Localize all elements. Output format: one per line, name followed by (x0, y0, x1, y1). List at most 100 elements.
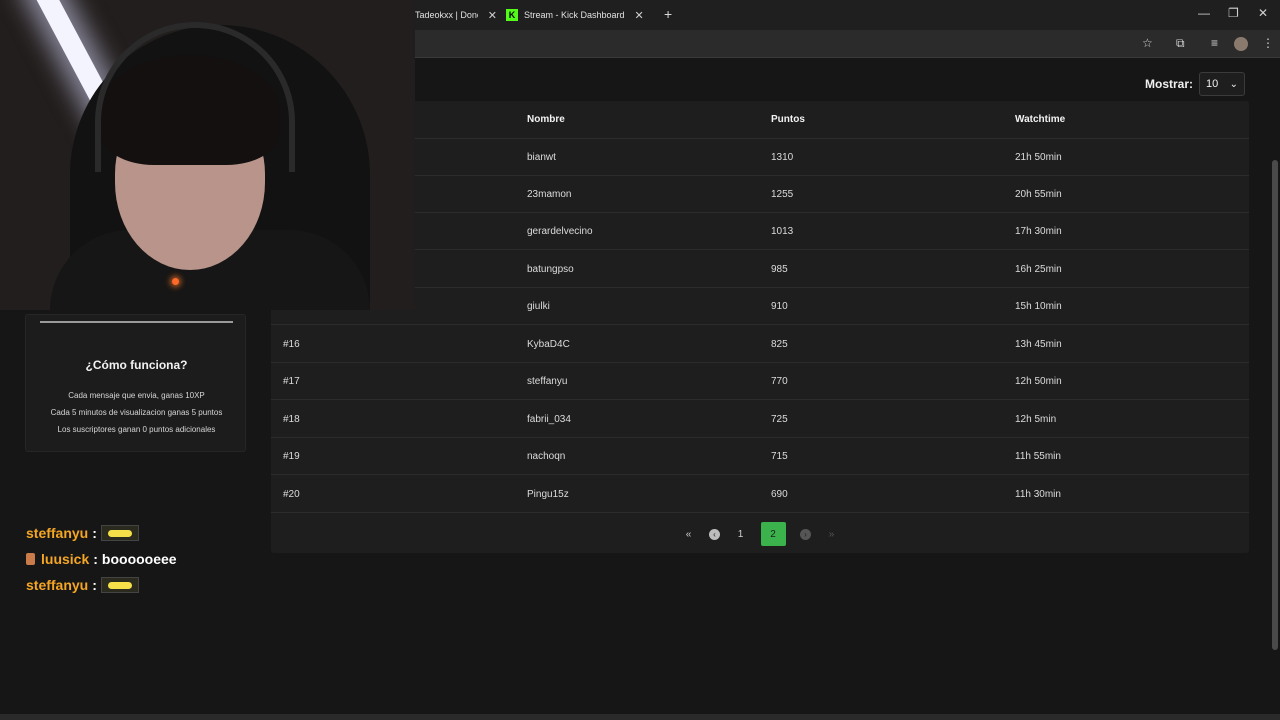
chat-message: luusick : boooooeee (26, 548, 177, 570)
row-points: 910 (771, 300, 788, 312)
tab-close-icon[interactable]: ✕ (635, 9, 644, 22)
row-watchtime: 12h 5min (1015, 413, 1057, 425)
row-name: nachoqn (527, 450, 566, 462)
badge-icon (26, 553, 35, 565)
tab-kick-dashboard[interactable]: K Stream - Kick Dashboard ✕ (506, 0, 656, 30)
row-watchtime: 13h 45min (1015, 338, 1062, 350)
row-points: 770 (771, 375, 788, 387)
table-header: Nombre Puntos Watchtime (271, 101, 1249, 139)
row-name: 23mamon (527, 188, 572, 200)
emote-icon (100, 525, 139, 541)
page-size-value: 10 (1206, 78, 1219, 90)
table-row: 23mamon 1255 20h 55min (271, 176, 1249, 213)
row-points: 825 (771, 338, 788, 350)
divider (40, 321, 233, 323)
star-icon[interactable]: ☆ (1142, 36, 1153, 50)
row-watchtime: 11h 55min (1015, 450, 1061, 462)
next-page-button[interactable]: › (800, 522, 812, 546)
row-name: gerardelvecino (527, 225, 593, 237)
prev-page-button[interactable]: ‹ (709, 522, 721, 546)
extensions-icon[interactable]: ⧉ (1176, 36, 1185, 51)
row-points: 1310 (771, 151, 794, 163)
media-icon[interactable]: ≡ (1211, 36, 1218, 50)
row-rank: #18 (283, 413, 300, 425)
chat-separator: : (93, 551, 98, 567)
tab-title: Stream - Kick Dashboard (524, 10, 625, 20)
row-points: 1255 (771, 188, 794, 200)
page-2-button[interactable]: 2 (760, 522, 786, 546)
minimize-button[interactable]: — (1198, 6, 1210, 20)
row-rank: #16 (283, 338, 300, 350)
screen: Tadeokxx | Dono ✕ K Stream - Kick Dashbo… (0, 0, 1280, 720)
first-page-button[interactable]: « (683, 522, 695, 546)
chevron-right-icon: › (800, 528, 811, 540)
header-name: Nombre (527, 114, 565, 125)
page-size-control: Mostrar: 10 ⌄ (1145, 72, 1246, 96)
row-rank: #19 (283, 450, 300, 462)
pagination: « ‹ 1 2 › » (271, 521, 1249, 547)
kick-logo-icon: K (506, 9, 518, 21)
table-row: bianwt 1310 21h 50min (271, 139, 1249, 176)
row-watchtime: 20h 55min (1015, 188, 1062, 200)
row-name: Pingu15z (527, 488, 569, 500)
table-row: #19 nachoqn 715 11h 55min (271, 438, 1249, 475)
chat-separator: : (92, 525, 97, 541)
row-points: 725 (771, 413, 788, 425)
table-row: batungpso 985 16h 25min (271, 251, 1249, 288)
chevron-down-icon: ⌄ (1229, 78, 1239, 90)
row-watchtime: 16h 25min (1015, 263, 1062, 275)
webcam-overlay (0, 0, 415, 310)
leaderboard-table: Nombre Puntos Watchtime bianwt 1310 21h … (271, 101, 1249, 553)
row-rank: #20 (283, 488, 300, 500)
tab-donations[interactable]: Tadeokxx | Dono ✕ (415, 0, 497, 30)
emote-icon (100, 577, 139, 593)
row-rank: #17 (283, 375, 300, 387)
row-points: 690 (771, 488, 788, 500)
how-it-works-panel: ¿Cómo funciona? Cada mensaje que envia, … (25, 314, 246, 452)
table-row: #17 steffanyu 770 12h 50min (271, 363, 1249, 400)
chat-username: luusick (41, 551, 90, 567)
row-watchtime: 17h 30min (1015, 225, 1062, 237)
how-it-works-line: Cada mensaje que envia, ganas 10XP (68, 391, 205, 400)
new-tab-button[interactable]: + (664, 6, 672, 22)
mic-light (172, 278, 179, 285)
row-points: 1013 (771, 225, 794, 237)
row-name: giulki (527, 300, 550, 312)
row-watchtime: 15h 10min (1015, 300, 1062, 312)
chat-message: steffanyu : (26, 574, 139, 596)
chat-separator: : (92, 577, 97, 593)
restore-button[interactable]: ❐ (1228, 6, 1239, 20)
chevron-left-icon: ‹ (709, 528, 720, 540)
bottom-edge (0, 714, 1280, 720)
how-it-works-line: Cada 5 minutos de visualizacion ganas 5 … (50, 408, 223, 417)
how-it-works-line: Los suscriptores ganan 0 puntos adiciona… (57, 425, 216, 434)
header-points: Puntos (771, 114, 805, 125)
header-watchtime: Watchtime (1015, 114, 1066, 125)
page-1-button[interactable]: 1 (735, 522, 747, 546)
row-points: 715 (771, 450, 788, 462)
last-page-button[interactable]: » (826, 522, 838, 546)
row-name: batungpso (527, 263, 574, 275)
table-row: #20 Pingu15z 690 11h 30min (271, 476, 1249, 513)
table-row: gerardelvecino 1013 17h 30min (271, 213, 1249, 250)
row-watchtime: 11h 30min (1015, 488, 1061, 500)
row-name: KybaD4C (527, 338, 570, 350)
page-size-label: Mostrar: (1145, 77, 1194, 91)
scrollbar[interactable] (1272, 160, 1278, 650)
menu-icon[interactable]: ⋮ (1262, 36, 1274, 50)
row-watchtime: 21h 50min (1015, 151, 1062, 163)
row-name: fabrii_034 (527, 413, 571, 425)
chat-text: boooooeee (101, 551, 177, 567)
window-close-button[interactable]: ✕ (1258, 6, 1268, 20)
tab-title: Tadeokxx | Dono (415, 10, 478, 20)
profile-avatar[interactable] (1234, 37, 1248, 51)
row-points: 985 (771, 263, 788, 275)
row-name: steffanyu (527, 375, 568, 387)
how-it-works-title: ¿Cómo funciona? (85, 358, 188, 372)
table-row: #16 KybaD4C 825 13h 45min (271, 326, 1249, 363)
table-row: giulki 910 15h 10min (271, 288, 1249, 325)
row-name: bianwt (527, 151, 556, 163)
tab-close-icon[interactable]: ✕ (488, 9, 497, 22)
chat-username: steffanyu (26, 577, 89, 593)
page-size-select[interactable]: 10 ⌄ (1199, 72, 1246, 96)
